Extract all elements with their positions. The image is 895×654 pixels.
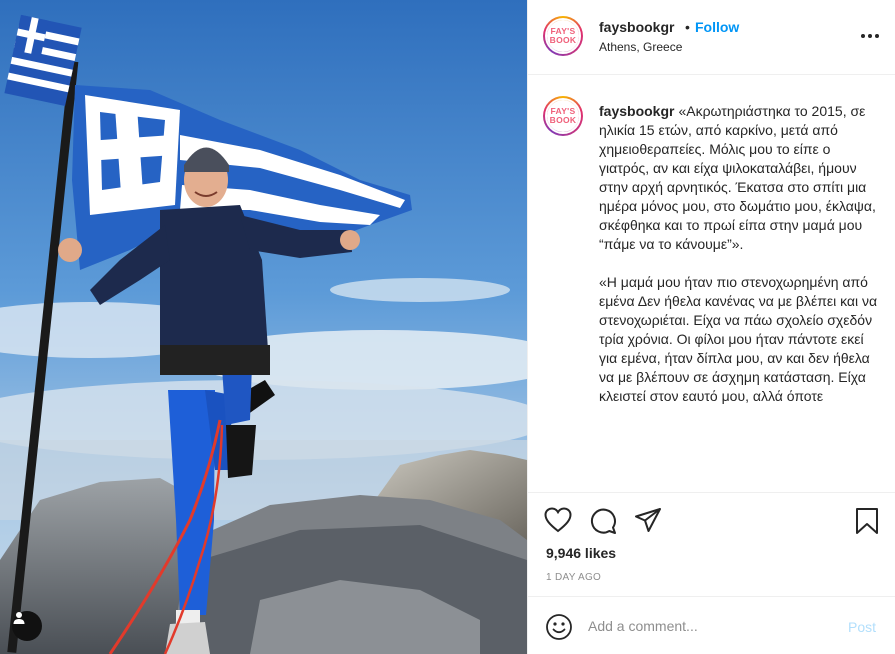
smiley-icon xyxy=(546,614,572,640)
caption-body: «Ακρωτηριάστηκα το 2015, σε ηλικία 15 ετ… xyxy=(599,103,878,404)
separator-dot: • xyxy=(685,19,690,35)
emoji-button[interactable] xyxy=(545,613,573,646)
comment-input[interactable] xyxy=(588,615,828,637)
location-link[interactable]: Athens, Greece xyxy=(599,40,682,54)
save-button[interactable] xyxy=(854,507,880,540)
author-avatar[interactable]: FAY'S BOOK xyxy=(543,16,583,56)
comment-button[interactable] xyxy=(589,507,617,540)
add-comment-bar: Post xyxy=(528,596,895,654)
post-caption: faysbookgr «Ακρωτηριάστηκα το 2015, σε ηλ… xyxy=(599,102,881,406)
user-tag-icon xyxy=(13,612,25,624)
post-actions: 9,946 likes 1 DAY AGO xyxy=(528,492,895,596)
more-options-button[interactable] xyxy=(858,26,882,46)
share-button[interactable] xyxy=(634,507,662,538)
bookmark-icon xyxy=(856,508,878,534)
heart-icon xyxy=(544,507,572,533)
comment-bubble-icon xyxy=(590,508,616,534)
post-photo[interactable] xyxy=(0,0,527,654)
post-timestamp[interactable]: 1 DAY AGO xyxy=(546,572,601,583)
like-button[interactable] xyxy=(544,507,572,538)
caption-scroll-area[interactable]: FAY'S BOOK faysbookgr «Ακρωτηριάστηκα το … xyxy=(528,76,895,492)
fays-book-logo: FAY'S BOOK xyxy=(545,98,581,134)
post-header: FAY'S BOOK faysbookgr • Follow Athens, G… xyxy=(528,0,895,75)
author-username[interactable]: faysbookgr xyxy=(599,19,674,35)
mountain-summit-flag-image xyxy=(0,0,527,654)
post-side-panel: FAY'S BOOK faysbookgr • Follow Athens, G… xyxy=(527,0,895,654)
follow-button[interactable]: Follow xyxy=(695,19,739,35)
post-comment-button[interactable]: Post xyxy=(848,619,876,635)
fays-book-logo: FAY'S BOOK xyxy=(545,18,581,54)
caption-author-username[interactable]: faysbookgr xyxy=(599,103,674,119)
paper-plane-icon xyxy=(635,508,661,532)
more-horizontal-icon xyxy=(861,34,865,38)
caption-author-avatar[interactable]: FAY'S BOOK xyxy=(543,96,583,136)
user-tag-button[interactable] xyxy=(12,611,42,641)
likes-count[interactable]: 9,946 likes xyxy=(546,545,616,561)
